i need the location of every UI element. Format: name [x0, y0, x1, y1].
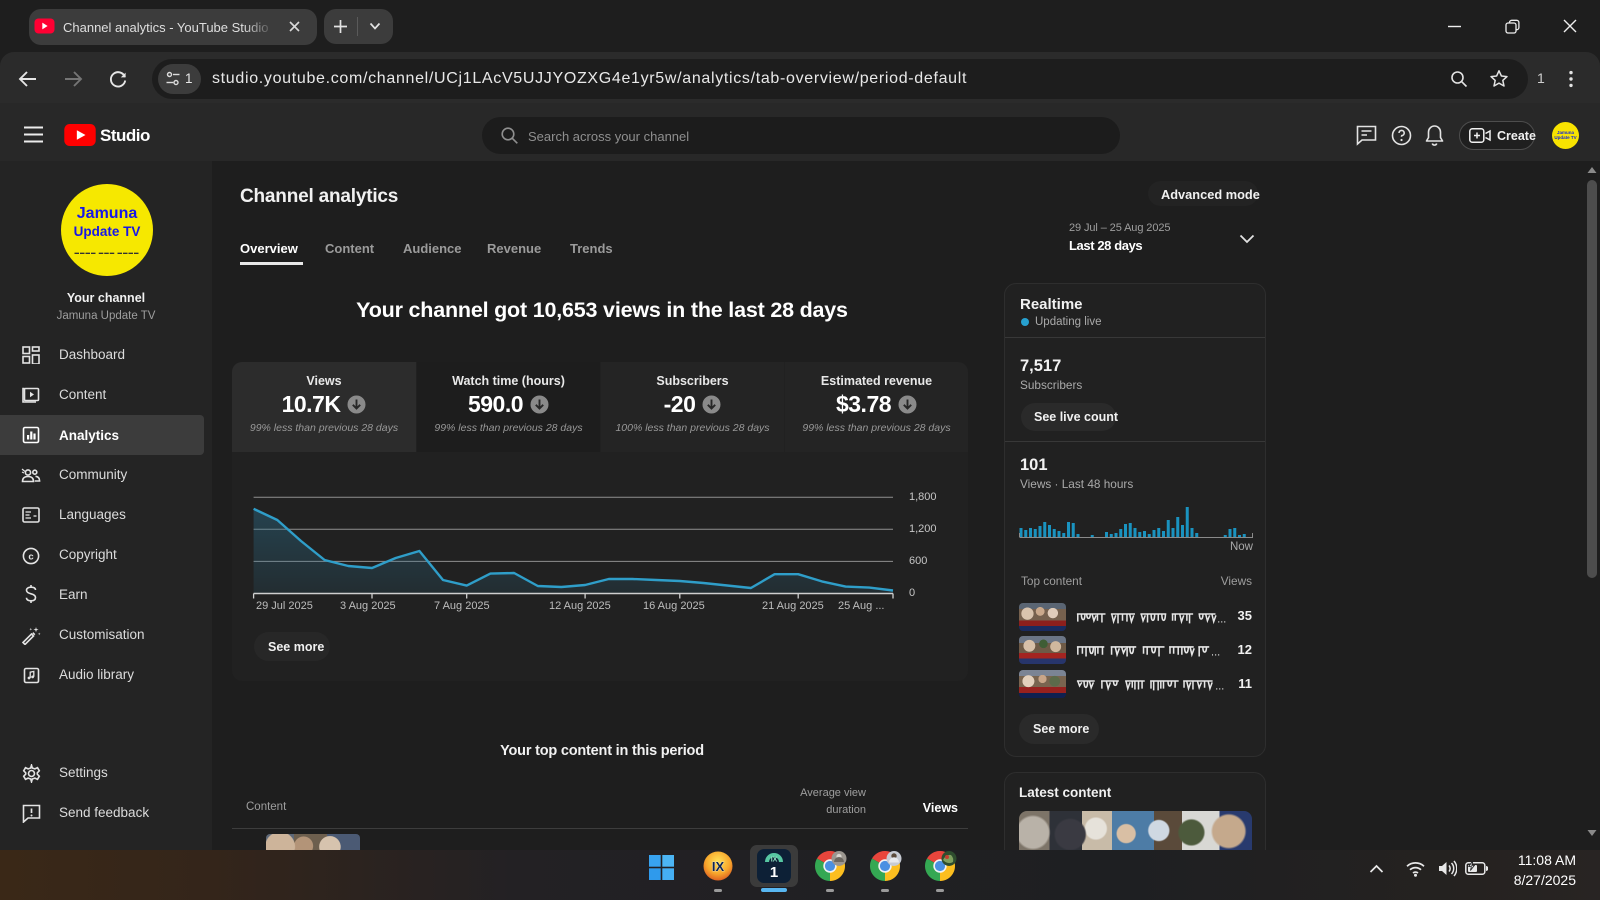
svg-text:IX: IX: [712, 859, 725, 874]
svg-text:c: c: [28, 551, 33, 562]
svg-text:IX: IX: [771, 857, 778, 864]
svg-text:1: 1: [770, 864, 778, 881]
